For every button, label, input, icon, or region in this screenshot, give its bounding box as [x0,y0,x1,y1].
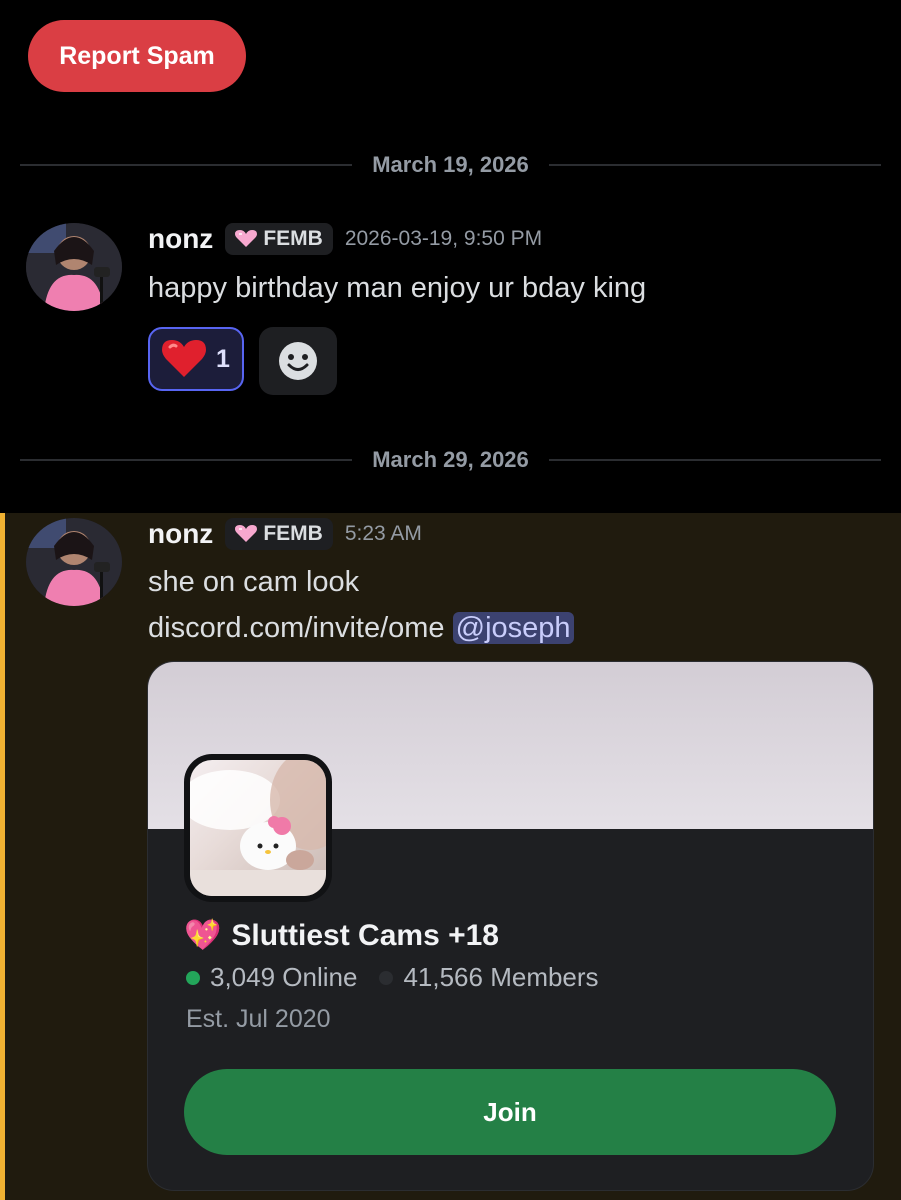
avatar[interactable] [26,223,122,311]
established-date: Est. Jul 2020 [186,1005,331,1033]
server-name-row: 💖 Sluttiest Cams +18 [184,918,499,953]
avatar[interactable] [26,518,122,606]
divider-date: March 19, 2026 [372,152,529,177]
divider-line [20,459,353,461]
avatar-image [26,223,122,311]
member-count: 41,566 Members [403,962,599,992]
report-spam-button[interactable]: Report Spam [28,20,246,92]
online-count: 3,049 Online [210,962,358,992]
online-dot-icon [186,970,200,985]
message-header: nonz FEMB 5:23 AM [148,518,422,550]
divider-line [20,164,353,166]
user-mention[interactable]: @joseph [452,612,574,644]
divider-line [548,164,882,166]
guild-tag-label: FEMB [263,522,323,545]
timestamp: 5:23 AM [344,522,422,545]
message-text: she on cam look [148,566,360,598]
server-icon-image [190,760,326,896]
timestamp: 2026-03-19, 9:50 PM [344,227,543,250]
message-text-line2: discord.com/invite/ome @joseph [148,612,574,645]
add-reaction-button[interactable] [259,327,337,395]
reaction-count: 1 [216,344,230,373]
message-header: nonz FEMB 2026-03-19, 9:50 PM [148,223,542,255]
pixel-heart-icon [235,230,258,247]
guild-tag[interactable]: FEMB [225,518,333,550]
invite-link[interactable]: discord.com/invite/ome [148,612,445,644]
date-divider: March 29, 2026 [20,440,882,480]
mention-highlight-bar [0,513,5,1200]
username[interactable]: nonz [148,223,213,255]
message-text: happy birthday man enjoy ur bday king [148,272,647,304]
server-icon [184,754,332,902]
guild-tag[interactable]: FEMB [225,223,333,255]
join-button[interactable]: Join [184,1069,836,1155]
sparkling-heart-icon: 💖 [184,919,222,952]
divider-line [548,459,882,461]
divider-date: March 29, 2026 [372,447,529,472]
avatar-image [26,518,122,606]
server-name: Sluttiest Cams +18 [231,918,499,952]
members-dot-icon [379,970,394,985]
guild-tag-label: FEMB [263,227,323,250]
pixel-heart-icon [235,525,258,542]
server-stats: 3,049 Online 41,566 Members [186,962,599,993]
date-divider: March 19, 2026 [20,145,882,185]
invite-card: 💖 Sluttiest Cams +18 3,049 Online 41,566… [148,662,873,1190]
emoji-smile-icon [279,342,317,380]
hello-kitty-plush-icon [190,760,326,896]
heart-emoji-icon [162,340,207,377]
reaction-heart[interactable]: 1 [148,327,244,391]
username[interactable]: nonz [148,518,213,550]
